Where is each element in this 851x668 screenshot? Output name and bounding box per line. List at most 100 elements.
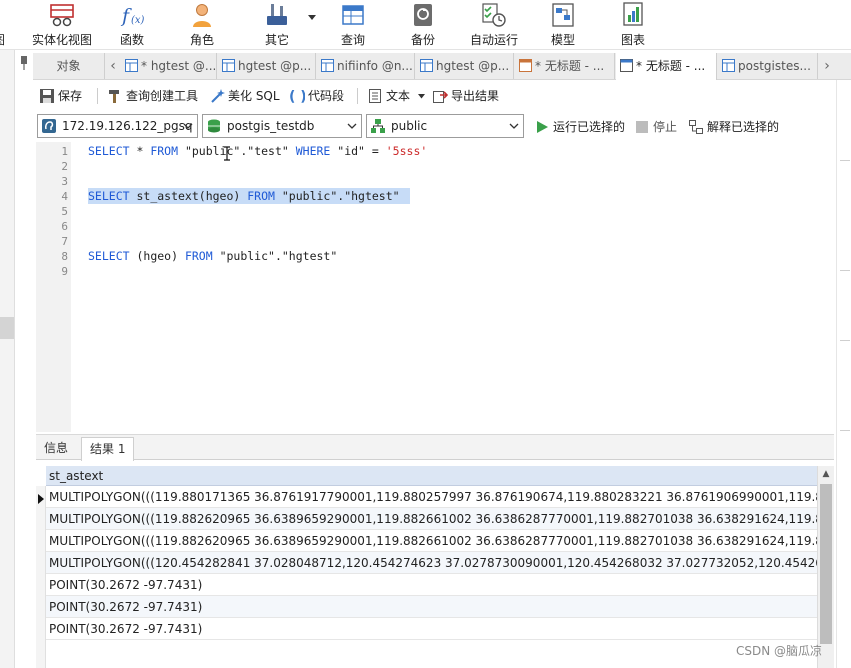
tab-result-1[interactable]: 结果 1	[81, 437, 135, 461]
save-label: 保存	[58, 89, 83, 103]
sql-keyword: FROM	[247, 189, 275, 203]
ribbon-label: 角色	[189, 33, 214, 47]
tab-table-icon	[125, 59, 138, 72]
tab-label: hgtest @p...	[436, 59, 510, 73]
table-row[interactable]: MULTIPOLYGON(((120.454282841 37.02804871…	[46, 552, 817, 574]
beautify-sql-label: 美化 SQL	[228, 89, 280, 103]
column-header-st-astext[interactable]: st_astext	[46, 466, 817, 486]
ribbon-model-button[interactable]: 模型	[538, 0, 588, 50]
ribbon-other-button[interactable]: 其它	[250, 0, 304, 50]
ribbon-label: 查询	[340, 33, 365, 47]
save-button[interactable]: 保存	[39, 86, 82, 106]
line-number: 5	[61, 205, 68, 218]
server-select[interactable]: 172.19.126.122_pgsq	[37, 114, 198, 138]
scrollbar-thumb[interactable]	[820, 484, 832, 644]
run-selected-button[interactable]: 运行已选择的	[535, 118, 625, 136]
parentheses-icon: ( )	[289, 89, 305, 104]
tab-objects[interactable]: 对象	[33, 53, 105, 79]
database-select[interactable]: postgis_testdb	[202, 114, 362, 138]
text-mode-button[interactable]: 文本	[367, 86, 410, 106]
ribbon-query-button[interactable]: 查询	[328, 0, 378, 50]
sql-text: "public"."hgtest"	[274, 189, 400, 203]
ribbon-label: 模型	[550, 33, 575, 47]
sql-keyword: FROM	[150, 144, 179, 158]
ribbon-label: 备份	[410, 33, 435, 47]
ribbon-other-dropdown-icon[interactable]	[308, 15, 316, 21]
tab-untitled-1[interactable]: * 无标题 - ...	[515, 53, 615, 79]
line-number: 6	[61, 220, 68, 233]
line-number-gutter: 1 2 3 4 5 6 7 8 9	[36, 142, 71, 432]
server-select-value: 172.19.126.122_pgsq	[62, 119, 193, 133]
right-strip-divider	[840, 160, 850, 161]
ribbon-cut-item[interactable]: 图	[0, 0, 8, 50]
sql-string: '5sss'	[385, 144, 428, 158]
row-selector-gutter[interactable]	[36, 486, 46, 668]
ribbon-materialized-view-button[interactable]: 实体化视图	[28, 0, 96, 50]
table-row[interactable]: MULTIPOLYGON(((119.882620965 36.63896592…	[46, 508, 817, 530]
line-number: 8	[61, 250, 68, 263]
sql-editor[interactable]: 1 2 3 4 5 6 7 8 9 SELECT * FROM "public"…	[36, 142, 834, 432]
text-cursor-icon	[224, 146, 230, 161]
svg-text:( ): ( )	[289, 89, 305, 104]
ribbon-auto-run-button[interactable]: 自动运行	[464, 0, 524, 50]
code-line-4[interactable]: SELECT st_astext(hgeo) FROM "public"."hg…	[88, 189, 400, 204]
table-row[interactable]: MULTIPOLYGON(((119.882620965 36.63896592…	[46, 530, 817, 552]
sql-text: st_astext(hgeo)	[129, 189, 248, 203]
chevron-down-icon	[509, 123, 519, 129]
schema-select[interactable]: public	[366, 114, 524, 138]
tab-label: hgtest @p...	[238, 59, 312, 73]
query-builder-button[interactable]: 查询创建工具	[107, 86, 198, 106]
table-row[interactable]: POINT(30.2672 -97.7431)	[46, 574, 817, 596]
export-results-button[interactable]: 导出结果	[432, 86, 499, 106]
sql-text: "id" =	[330, 144, 386, 158]
stop-label: 停止	[653, 120, 678, 134]
table-row[interactable]: POINT(30.2672 -97.7431)	[46, 618, 817, 640]
pin-icon[interactable]	[18, 56, 30, 70]
ribbon-backup-button[interactable]: 备份	[398, 0, 448, 50]
result-grid[interactable]: st_astext MULTIPOLYGON(((119.880171365 3…	[36, 464, 836, 668]
code-line-1[interactable]: SELECT * FROM "public"."test" WHERE "id"…	[88, 144, 427, 159]
toolbar-separator	[97, 88, 98, 104]
text-mode-dropdown-icon[interactable]	[418, 94, 425, 99]
tab-hgtest-2[interactable]: hgtest @p...	[218, 53, 316, 79]
tab-hgtest-1[interactable]: * hgtest @...	[121, 53, 217, 79]
tab-postgistest[interactable]: postgistes...	[718, 53, 818, 79]
left-navigation-strip[interactable]	[0, 50, 15, 668]
user-icon	[193, 4, 211, 27]
ribbon-chart-button[interactable]: 图表	[608, 0, 658, 50]
ribbon-label: 图表	[620, 33, 645, 47]
tab-hgtest-3[interactable]: hgtest @p...	[416, 53, 514, 79]
sql-keyword: SELECT	[88, 189, 130, 203]
document-icon	[369, 89, 381, 103]
right-side-strip	[836, 80, 851, 668]
text-mode-label: 文本	[386, 89, 411, 103]
scroll-up-icon[interactable]: ▲	[818, 466, 834, 482]
tab-nifiinfo[interactable]: nifiinfo @n...	[317, 53, 415, 79]
right-strip-divider	[840, 430, 850, 431]
ribbon-cut-label: 图	[0, 31, 8, 48]
tabs-scroll-right-icon[interactable]: ›	[821, 57, 833, 75]
code-line-8[interactable]: SELECT (hgeo) FROM "public"."hgtest"	[88, 249, 337, 264]
table-row[interactable]: POINT(30.2672 -97.7431)	[46, 596, 817, 618]
beautify-sql-button[interactable]: 美化 SQL	[209, 86, 280, 106]
tabs-scroll-left-icon[interactable]: ‹	[107, 57, 119, 75]
model-icon	[552, 3, 574, 27]
tab-untitled-active[interactable]: * 无标题 - ...	[616, 53, 717, 80]
table-row[interactable]: MULTIPOLYGON(((119.880171365 36.87619177…	[46, 486, 817, 508]
code-snippet-button[interactable]: ( ) 代码段	[289, 86, 344, 106]
stop-button[interactable]: 停止	[635, 118, 677, 136]
run-selected-label: 运行已选择的	[553, 120, 626, 134]
watermark-text: CSDN @脑瓜凉	[736, 644, 823, 658]
ribbon-function-button[interactable]: f (x) 函数	[106, 0, 158, 50]
ribbon-role-button[interactable]: 角色	[176, 0, 228, 50]
line-number: 4	[61, 190, 68, 203]
sql-text: "public"."hgtest"	[212, 249, 338, 263]
explain-selected-button[interactable]: 解释已选择的	[689, 118, 779, 136]
sql-keyword: WHERE	[295, 144, 331, 158]
schema-icon	[371, 119, 385, 133]
materialized-view-icon	[50, 4, 74, 27]
tab-label: * 无标题 - ...	[535, 59, 605, 73]
tab-info[interactable]: 信息	[36, 437, 76, 461]
database-icon	[208, 119, 220, 133]
grid-vertical-scrollbar[interactable]: ▲	[817, 466, 834, 668]
